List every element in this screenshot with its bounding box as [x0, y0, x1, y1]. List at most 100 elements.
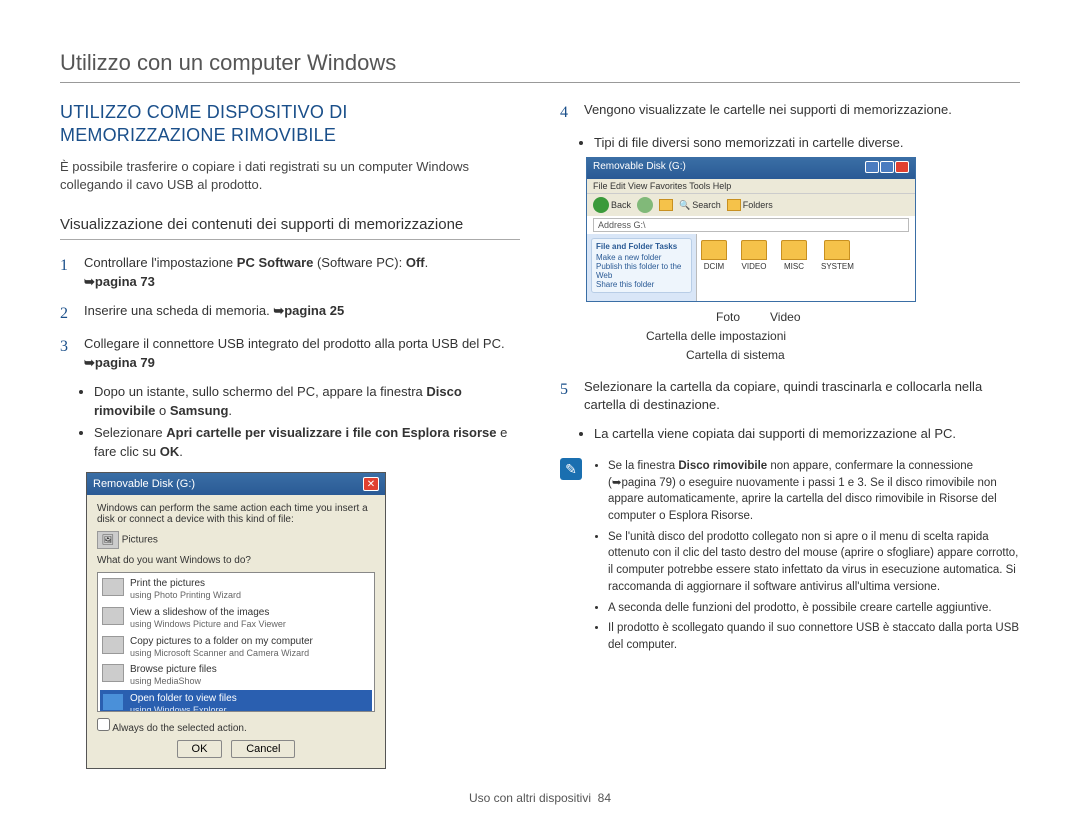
subheading: Visualizzazione dei contenuti dei suppor…: [60, 210, 520, 240]
explorer-window: Removable Disk (G:) File Edit View Favor…: [586, 157, 916, 302]
dialog-always-checkbox[interactable]: Always do the selected action.: [97, 718, 375, 734]
step-number: 3: [60, 335, 74, 373]
dialog-prompt: What do you want Windows to do?: [97, 555, 375, 566]
dialog-titlebar: Removable Disk (G:) ✕: [87, 473, 385, 495]
step-number: 4: [560, 101, 574, 124]
window-buttons: [864, 161, 909, 176]
note-item: Se la finestra Disco rimovibile non appa…: [608, 458, 1020, 525]
step-4-bullet-1: Tipi di file diversi sono memorizzati in…: [594, 134, 1020, 153]
callout-foto: Foto: [716, 308, 740, 327]
step-3: 3 Collegare il connettore USB integrato …: [60, 335, 520, 373]
note-icon: ✎: [560, 458, 582, 480]
explorer-address-bar[interactable]: Address G:\: [593, 218, 909, 232]
step-1: 1 Controllare l'impostazione PC Software…: [60, 254, 520, 292]
browse-icon: [102, 664, 124, 682]
step-4: 4 Vengono visualizzate le cartelle nei s…: [560, 101, 1020, 124]
step-3-text: Collegare il connettore USB integrato de…: [84, 336, 505, 351]
step-1-pageref: ➥pagina 73: [84, 274, 155, 289]
explorer-title-text: Removable Disk (G:): [593, 161, 686, 176]
list-item-selected[interactable]: Open folder to view filesusing Windows E…: [100, 690, 372, 712]
sidebar-link[interactable]: Publish this folder to the Web: [596, 262, 687, 280]
explorer-content: DCIM VIDEO MISC SYSTEM: [697, 234, 915, 301]
note-box: ✎ Se la finestra Disco rimovibile non ap…: [560, 458, 1020, 657]
always-checkbox-label: Always do the selected action.: [112, 723, 247, 734]
folder-icon: [701, 240, 727, 260]
close-icon[interactable]: ✕: [363, 477, 379, 491]
step-1-bold2: Off: [406, 255, 425, 270]
explorer-callouts: Foto Video Cartella delle impostazioni C…: [586, 308, 1020, 366]
copy-icon: [102, 636, 124, 654]
always-checkbox-input[interactable]: [97, 718, 110, 731]
step-1-post: .: [425, 255, 429, 270]
step-5-bullet-1: La cartella viene copiata dai supporti d…: [594, 425, 1020, 444]
section-heading-line1: UTILIZZO COME DISPOSITIVO DI: [60, 102, 348, 122]
folder-icon: [741, 240, 767, 260]
folder-icon: [781, 240, 807, 260]
explorer-toolbar: Back 🔍 Search Folders: [587, 193, 915, 216]
step-3-bullet-1: Dopo un istante, sullo schermo del PC, a…: [94, 383, 520, 421]
callout-video: Video: [770, 308, 800, 327]
maximize-icon[interactable]: [880, 161, 894, 173]
dialog-intro: Windows can perform the same action each…: [97, 503, 375, 525]
step-number: 2: [60, 302, 74, 325]
callout-settings: Cartella delle impostazioni: [646, 327, 1020, 346]
cancel-button[interactable]: Cancel: [231, 740, 295, 758]
folder-item[interactable]: DCIM: [701, 240, 727, 295]
folders-button[interactable]: Folders: [727, 199, 773, 211]
back-icon: [593, 197, 609, 213]
list-item[interactable]: Browse picture filesusing MediaShow: [100, 661, 372, 690]
note-item: A seconda delle funzioni del prodotto, è…: [608, 600, 1020, 617]
step-3-bullets: Dopo un istante, sullo schermo del PC, a…: [94, 383, 520, 462]
page-title: Utilizzo con un computer Windows: [60, 50, 1020, 76]
pictures-icon: 🖼: [97, 531, 119, 549]
step-number: 1: [60, 254, 74, 292]
sidebar-panel-title: File and Folder Tasks: [596, 242, 687, 251]
folder-item[interactable]: MISC: [781, 240, 807, 295]
close-icon[interactable]: [895, 161, 909, 173]
dialog-filetype-label: Pictures: [122, 535, 158, 546]
dialog-filetype: 🖼 Pictures: [97, 531, 375, 549]
folder-icon: [824, 240, 850, 260]
folder-item[interactable]: SYSTEM: [821, 240, 854, 295]
step-4-text: Vengono visualizzate le cartelle nei sup…: [584, 101, 952, 124]
footer-page-number: 84: [598, 791, 611, 805]
search-button[interactable]: 🔍 Search: [679, 200, 721, 211]
forward-icon[interactable]: [637, 197, 653, 213]
step-1-text: Controllare l'impostazione: [84, 255, 237, 270]
removable-disk-dialog: Removable Disk (G:) ✕ Windows can perfor…: [86, 472, 386, 769]
section-heading: UTILIZZO COME DISPOSITIVO DI MEMORIZZAZI…: [60, 101, 520, 148]
folder-item[interactable]: VIDEO: [741, 240, 767, 295]
step-1-mid: (Software PC):: [313, 255, 405, 270]
step-number: 5: [560, 378, 574, 416]
folders-icon: [727, 199, 741, 211]
step-3-bullet-2: Selezionare Apri cartelle per visualizza…: [94, 424, 520, 462]
step-1-bold1: PC Software: [237, 255, 314, 270]
explorer-sidebar: File and Folder Tasks Make a new folder …: [587, 234, 697, 301]
list-item[interactable]: View a slideshow of the imagesusing Wind…: [100, 604, 372, 633]
ok-button[interactable]: OK: [177, 740, 223, 758]
sidebar-link[interactable]: Share this folder: [596, 280, 687, 289]
list-item[interactable]: Copy pictures to a folder on my computer…: [100, 633, 372, 662]
callout-system: Cartella di sistema: [686, 346, 1020, 365]
sidebar-panel-tasks: File and Folder Tasks Make a new folder …: [591, 238, 692, 293]
minimize-icon[interactable]: [865, 161, 879, 173]
dialog-title-text: Removable Disk (G:): [93, 478, 195, 490]
step-5-text: Selezionare la cartella da copiare, quin…: [584, 378, 1020, 416]
right-column: 4 Vengono visualizzate le cartelle nei s…: [560, 101, 1020, 769]
explorer-menubar[interactable]: File Edit View Favorites Tools Help: [587, 179, 915, 193]
footer-section: Uso con altri dispositivi: [469, 791, 591, 805]
page-footer: Uso con altri dispositivi 84: [0, 791, 1080, 805]
title-divider: [60, 82, 1020, 83]
step-5: 5 Selezionare la cartella da copiare, qu…: [560, 378, 1020, 416]
step-3-pageref: ➥pagina 79: [84, 355, 155, 370]
explorer-titlebar: Removable Disk (G:): [587, 158, 915, 179]
dialog-action-list[interactable]: Print the picturesusing Photo Printing W…: [97, 572, 375, 712]
section-heading-line2: MEMORIZZAZIONE RIMOVIBILE: [60, 125, 336, 145]
back-button[interactable]: Back: [593, 197, 631, 213]
list-item[interactable]: Print the picturesusing Photo Printing W…: [100, 575, 372, 604]
step-5-bullets: La cartella viene copiata dai supporti d…: [594, 425, 1020, 444]
folder-open-icon: [102, 693, 124, 711]
up-folder-icon[interactable]: [659, 199, 673, 211]
step-4-bullets: Tipi di file diversi sono memorizzati in…: [594, 134, 1020, 153]
sidebar-link[interactable]: Make a new folder: [596, 253, 687, 262]
